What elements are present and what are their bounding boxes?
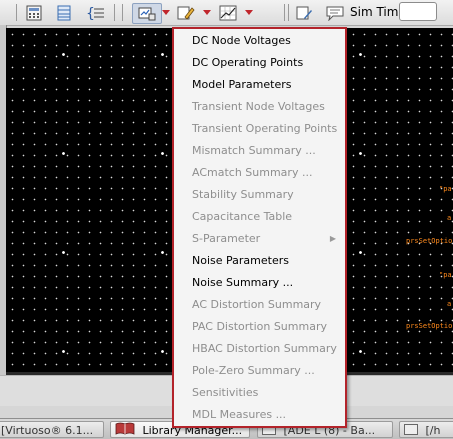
toolbar-separator [122, 4, 123, 21]
display-results-icon [138, 7, 156, 20]
sim-time-label: Sim Time [350, 5, 406, 19]
menu-item-sensitivities: Sensitivities [192, 386, 259, 399]
submenu-arrow-icon: ▶ [329, 234, 336, 243]
sim-time-button[interactable] [324, 3, 346, 22]
plot-dropdown-arrow[interactable] [244, 3, 254, 22]
book-icon [115, 422, 135, 437]
svg-text:{: { [86, 6, 95, 21]
chevron-down-icon [162, 9, 170, 15]
plot-setup-button[interactable] [217, 3, 241, 22]
chevron-down-icon [203, 9, 211, 15]
menu-item-s-parameter: S-Parameter ▶ [174, 228, 345, 250]
menu-item-transient-node-voltages: Transient Node Voltages [192, 100, 325, 113]
toolbar-separator [16, 4, 17, 21]
calculator-button[interactable] [24, 3, 44, 22]
expression-button[interactable]: { [85, 3, 107, 22]
menu-item-capacitance-table: Capacitance Table [192, 210, 293, 223]
table-button[interactable] [54, 3, 74, 22]
taskbar-item-virtuoso[interactable]: [Virtuoso® 6.1... [0, 421, 104, 438]
toolbar-separator [284, 4, 285, 21]
toolbar-separator [114, 4, 115, 21]
menu-item-noise-parameters[interactable]: Noise Parameters [174, 250, 345, 272]
canvas-label: a [447, 300, 452, 308]
menu-item-stability-summary: Stability Summary [192, 188, 294, 201]
annotate-button[interactable] [175, 3, 197, 22]
toolbar-separator [288, 4, 289, 21]
annotate-dropdown-arrow[interactable] [202, 3, 212, 22]
speech-bubble-icon [326, 6, 344, 21]
taskbar-item-label: [/h [425, 424, 441, 437]
table-icon [57, 5, 71, 20]
braces-list-icon: { [86, 6, 104, 21]
menu-item-mdl-measures: MDL Measures ... [192, 408, 287, 421]
window-icon [404, 423, 418, 438]
calculator-icon [26, 5, 42, 20]
taskbar-item-terminal[interactable]: [/h [399, 421, 453, 438]
chevron-down-icon [245, 9, 253, 15]
edit-options-button[interactable] [293, 3, 315, 22]
results-dropdown-arrow[interactable] [161, 3, 171, 22]
toolbar: {Sim Time [0, 0, 453, 26]
menu-item-acmatch-summary: ACmatch Summary ... [192, 166, 313, 179]
sim-time-input[interactable] [399, 2, 437, 21]
menu-item-dc-operating-points[interactable]: DC Operating Points [174, 52, 345, 74]
menu-item-hbac-distortion-summary: HBAC Distortion Summary [192, 342, 337, 355]
menu-item-model-parameters[interactable]: Model Parameters [174, 74, 345, 96]
canvas-label: prsSetOption [406, 322, 453, 330]
canvas-label: "pa [439, 185, 452, 193]
canvas-label: "pa [439, 271, 452, 279]
results-display-button[interactable] [132, 3, 162, 24]
canvas-label: prsSetOption [406, 237, 453, 245]
results-print-menu: DC Node Voltages DC Operating Points Mod… [172, 27, 347, 428]
menu-item-ac-distortion-summary: AC Distortion Summary [192, 298, 322, 311]
edit-document-icon [296, 6, 312, 19]
taskbar-item-label: [Virtuoso® 6.1... [1, 424, 94, 437]
pencil-icon [177, 6, 195, 20]
menu-item-pole-zero-summary: Pole-Zero Summary ... [192, 364, 315, 377]
canvas-label: a [447, 214, 452, 222]
grid-plot-icon [219, 5, 237, 20]
menu-item-mismatch-summary: Mismatch Summary ... [192, 144, 316, 157]
menu-item-pac-distortion-summary: PAC Distortion Summary [192, 320, 327, 333]
menu-item-dc-node-voltages[interactable]: DC Node Voltages [174, 30, 345, 52]
menu-item-transient-operating-points: Transient Operating Points [192, 122, 338, 135]
menu-item-noise-summary[interactable]: Noise Summary ... [174, 272, 345, 294]
